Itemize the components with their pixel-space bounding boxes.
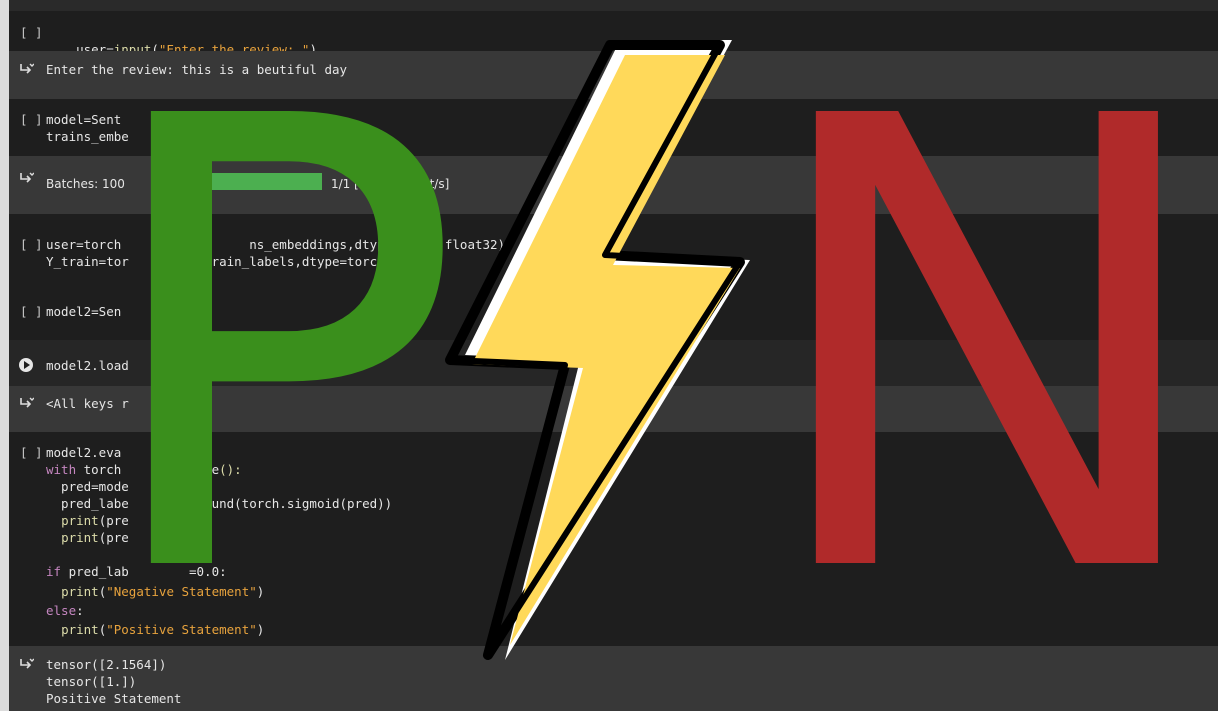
letter-p: P: [90, 0, 464, 710]
lightning-bolt-icon: [445, 40, 750, 660]
cell-run-bracket[interactable]: [ ]: [20, 111, 43, 128]
cell-run-bracket[interactable]: [ ]: [20, 236, 43, 253]
output-arrow-icon[interactable]: [18, 61, 34, 77]
output-arrow-icon[interactable]: [18, 395, 34, 411]
output-arrow-icon[interactable]: [18, 656, 34, 672]
letter-n: N: [755, 0, 1218, 710]
cell-run-bracket[interactable]: [ ]: [20, 24, 43, 41]
play-icon[interactable]: [19, 358, 33, 372]
code-line: else:: [46, 603, 84, 618]
cell-run-bracket[interactable]: [ ]: [20, 303, 43, 320]
cell-run-bracket[interactable]: [ ]: [20, 444, 43, 461]
left-rule: [0, 0, 9, 711]
output-arrow-icon[interactable]: [18, 170, 34, 186]
